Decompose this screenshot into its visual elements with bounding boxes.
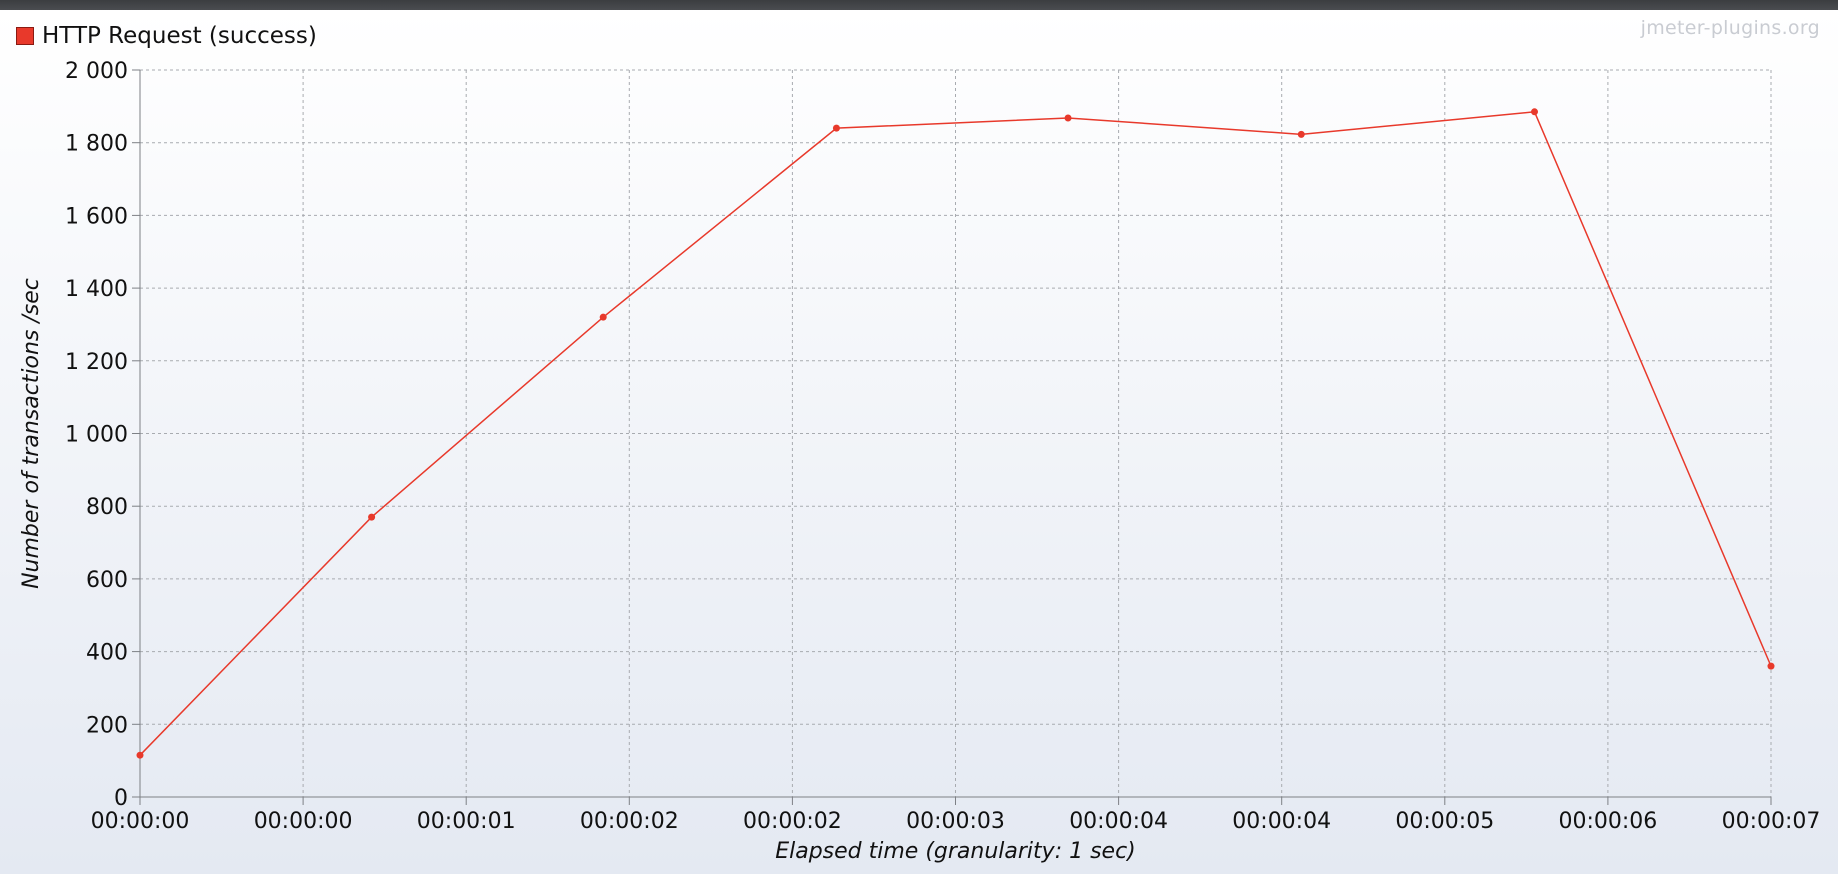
window-top-bar [0, 0, 1838, 10]
x-tick-label: 00:00:00 [91, 809, 190, 834]
legend-label: HTTP Request (success) [42, 23, 317, 49]
x-tick-label: 00:00:07 [1722, 809, 1821, 834]
data-point [599, 313, 607, 321]
x-tick-label: 00:00:04 [1232, 809, 1331, 834]
data-point [832, 124, 840, 132]
data-point [136, 751, 144, 759]
data-point [1297, 130, 1305, 138]
y-tick-label: 600 [86, 568, 128, 593]
y-tick-label: 2 000 [65, 59, 128, 84]
line-chart: 0 200 400 600 800 1 000 1 200 1 400 1 600 1 800 2 … [0, 10, 1838, 874]
x-tick-label: 00:00:04 [1069, 809, 1168, 834]
y-tick-label: 800 [86, 495, 128, 520]
legend: HTTP Request (success) [16, 22, 317, 50]
x-tick-label: 00:00:02 [743, 809, 842, 834]
y-tick-label: 1 000 [65, 423, 128, 448]
x-axis-title: Elapsed time (granularity: 1 sec) [775, 839, 1136, 864]
data-point [1064, 114, 1072, 122]
x-tick-label: 00:00:05 [1395, 809, 1494, 834]
legend-swatch [16, 27, 34, 45]
x-tick-label: 00:00:03 [906, 809, 1005, 834]
x-tick-label: 00:00:06 [1558, 809, 1657, 834]
y-tick-label: 200 [86, 713, 128, 738]
chart-panel: 0 200 400 600 800 1 000 1 200 1 400 1 600 1 800 2 … [0, 10, 1838, 874]
y-tick-label: 1 200 [65, 350, 128, 375]
y-tick-label: 0 [114, 786, 128, 811]
x-tick-label: 00:00:01 [417, 809, 516, 834]
x-tick-label: 00:00:02 [580, 809, 679, 834]
y-axis-title: Number of transactions /sec [19, 278, 44, 589]
data-point [1767, 662, 1775, 670]
chart-background [0, 10, 1838, 874]
data-point [368, 513, 376, 521]
data-point [1531, 108, 1539, 116]
watermark: jmeter-plugins.org [1640, 17, 1820, 39]
y-tick-label: 400 [86, 641, 128, 666]
y-tick-label: 1 600 [65, 204, 128, 229]
y-tick-label: 1 400 [65, 277, 128, 302]
x-tick-label: 00:00:00 [254, 809, 353, 834]
y-tick-label: 1 800 [65, 132, 128, 157]
